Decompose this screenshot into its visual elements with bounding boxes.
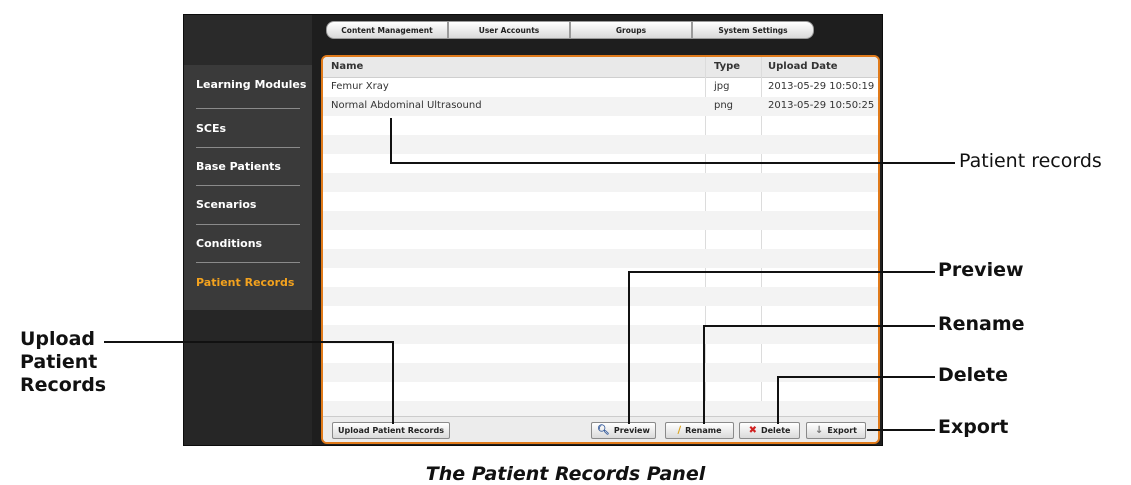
empty-row: [323, 116, 878, 135]
callout-upload-line: Records: [20, 374, 107, 396]
callout-line: [390, 118, 392, 163]
down-arrow-icon: ↓: [814, 424, 824, 436]
table-row[interactable]: Normal Abdominal Ultrasound png 2013-05-…: [323, 97, 878, 116]
sidebar-item-sces[interactable]: SCEs: [184, 109, 312, 147]
empty-row: [323, 325, 878, 344]
callout-line: [703, 325, 705, 424]
rename-button-label: Rename: [685, 426, 722, 435]
sidebar-item-base-patients[interactable]: Base Patients: [184, 147, 312, 185]
magnifier-icon: 🔍︎: [597, 424, 610, 436]
rename-button[interactable]: ∕ Rename: [665, 422, 734, 439]
callout-line: [867, 429, 935, 431]
column-header-upload-date[interactable]: Upload Date: [768, 61, 838, 72]
export-button-label: Export: [827, 426, 857, 435]
table-row[interactable]: Femur Xray jpg 2013-05-29 10:50:19: [323, 78, 878, 97]
record-type: png: [714, 100, 734, 111]
record-upload-date: 2013-05-29 10:50:19: [768, 81, 875, 92]
callout-line: [628, 271, 935, 273]
empty-row: [323, 192, 878, 211]
callout-upload-line: Upload: [20, 328, 96, 350]
record-type: jpg: [714, 81, 730, 92]
empty-row: [323, 211, 878, 230]
callout-export: Export: [938, 416, 1009, 438]
upload-patient-records-button[interactable]: Upload Patient Records: [332, 422, 450, 439]
empty-row: [323, 344, 878, 363]
pencil-icon: ∕: [677, 424, 682, 436]
callout-line: [392, 341, 394, 424]
sidebar-header: [184, 15, 312, 65]
callout-line: [777, 376, 935, 378]
empty-row: [323, 363, 878, 382]
empty-row: [323, 382, 878, 401]
callout-rename: Rename: [938, 313, 1025, 335]
records-list: Femur Xray jpg 2013-05-29 10:50:19 Norma…: [323, 78, 878, 420]
record-name: Femur Xray: [331, 81, 389, 92]
callout-patient-records: Patient records: [959, 150, 1102, 172]
tab-content-management[interactable]: Content Management: [326, 21, 448, 39]
tab-system-settings[interactable]: System Settings: [692, 21, 814, 39]
tab-groups[interactable]: Groups: [570, 21, 692, 39]
button-bar: Upload Patient Records 🔍︎ Preview ∕ Rena…: [323, 416, 878, 442]
sidebar-item-conditions[interactable]: Conditions: [184, 224, 312, 262]
sidebar: Learning Modules SCEs Base Patients Scen…: [184, 15, 312, 445]
patient-records-panel: Name Type Upload Date Femur Xray jpg 201…: [321, 55, 880, 444]
delete-button-label: Delete: [760, 426, 791, 435]
table-header: Name Type Upload Date: [323, 57, 878, 78]
empty-row: [323, 287, 878, 306]
empty-row: [323, 249, 878, 268]
callout-line: [703, 325, 935, 327]
figure-caption: The Patient Records Panel: [425, 463, 706, 485]
tab-user-accounts[interactable]: User Accounts: [448, 21, 570, 39]
record-name: Normal Abdominal Ultrasound: [331, 100, 482, 111]
sidebar-item-scenarios[interactable]: Scenarios: [184, 185, 312, 223]
record-upload-date: 2013-05-29 10:50:25: [768, 100, 875, 111]
sidebar-menu: Learning Modules SCEs Base Patients Scen…: [184, 65, 312, 310]
preview-button[interactable]: 🔍︎ Preview: [591, 422, 656, 439]
callout-line: [390, 162, 955, 164]
callout-upload-line: Patient: [20, 351, 98, 373]
preview-button-label: Preview: [613, 426, 650, 435]
sidebar-item-patient-records[interactable]: Patient Records: [184, 263, 312, 301]
callout-preview: Preview: [938, 259, 1024, 281]
delete-button[interactable]: ✖ Delete: [739, 422, 800, 439]
export-button[interactable]: ↓ Export: [806, 422, 866, 439]
empty-row: [323, 306, 878, 325]
upload-button-label: Upload Patient Records: [338, 426, 444, 435]
callout-line: [104, 341, 394, 343]
column-header-name[interactable]: Name: [331, 61, 363, 72]
top-tabs: Content Management User Accounts Groups …: [326, 21, 816, 41]
x-icon: ✖: [748, 424, 757, 436]
callout-delete: Delete: [938, 364, 1009, 386]
empty-row: [323, 230, 878, 249]
callout-upload-patient-records: Upload Patient Records: [20, 328, 106, 397]
callout-line: [777, 376, 779, 424]
callout-line: [628, 271, 630, 424]
sidebar-item-learning-modules[interactable]: Learning Modules: [184, 65, 312, 103]
empty-row: [323, 135, 878, 154]
empty-row: [323, 173, 878, 192]
column-header-type[interactable]: Type: [714, 61, 740, 72]
